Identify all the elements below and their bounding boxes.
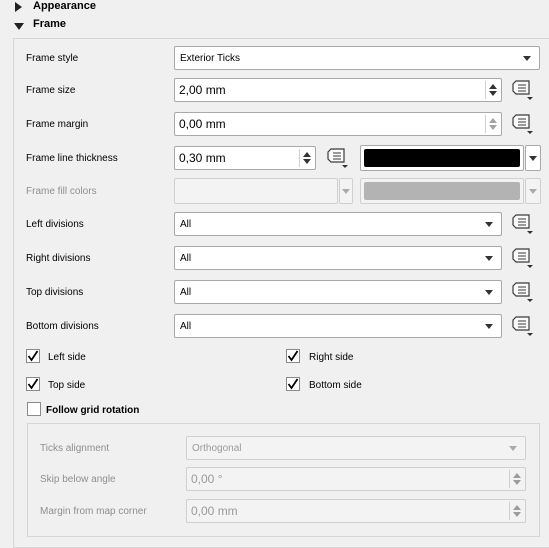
left-side-checkbox[interactable] (26, 349, 40, 363)
left-divisions-label: Left divisions (26, 219, 84, 230)
spin-up-icon[interactable] (489, 118, 497, 123)
chevron-down-icon (529, 189, 537, 194)
left-divisions-value: All (180, 218, 192, 230)
chevron-down-icon (485, 222, 493, 227)
frame-line-thickness-label: Frame line thickness (26, 153, 118, 164)
top-divisions-combo[interactable]: All (174, 280, 502, 304)
bottom-divisions-label: Bottom divisions (26, 321, 99, 332)
data-defined-override-icon[interactable] (510, 280, 534, 304)
frame-fill-colors-label: Frame fill colors (26, 186, 97, 197)
margin-from-map-corner-spinbox[interactable]: 0,00 mm (186, 499, 526, 523)
frame-style-label: Frame style (26, 53, 79, 64)
spin-up-icon[interactable] (513, 473, 521, 478)
data-defined-override-icon[interactable] (510, 78, 534, 102)
chevron-down-icon (342, 189, 350, 194)
data-defined-override-icon[interactable] (510, 246, 534, 270)
data-defined-override-icon[interactable] (510, 314, 534, 338)
spin-up-icon[interactable] (303, 152, 311, 157)
top-divisions-label: Top divisions (26, 287, 84, 298)
chevron-down-icon (529, 156, 537, 161)
bottom-side-checkbox[interactable] (286, 377, 300, 391)
color-swatch (178, 182, 334, 200)
spin-down-icon[interactable] (489, 91, 497, 96)
data-defined-override-icon[interactable] (510, 112, 534, 136)
frame-fill-color2-dropdown[interactable] (525, 178, 541, 204)
checkmark-icon (287, 350, 299, 362)
skip-below-angle-spinbox[interactable]: 0,00 ° (186, 467, 526, 491)
spin-down-icon[interactable] (303, 159, 311, 164)
checkmark-icon (27, 378, 39, 390)
spin-buttons[interactable] (485, 115, 499, 133)
collapse-arrow-icon[interactable] (14, 23, 24, 30)
right-divisions-label: Right divisions (26, 253, 91, 264)
skip-below-angle-label: Skip below angle (40, 474, 116, 485)
color-swatch (364, 182, 520, 200)
frame-margin-label: Frame margin (26, 119, 89, 130)
data-defined-override-icon[interactable] (510, 212, 534, 236)
frame-fill-color1-button[interactable] (174, 178, 338, 204)
margin-from-map-corner-value: 0,00 mm (191, 504, 238, 518)
frame-size-label: Frame size (26, 85, 76, 96)
frame-margin-value: 0,00 mm (179, 117, 226, 131)
frame-margin-spinbox[interactable]: 0,00 mm (174, 112, 502, 136)
appearance-section-header[interactable]: Appearance (33, 0, 96, 12)
margin-from-map-corner-label: Margin from map corner (40, 506, 147, 517)
follow-grid-rotation-label: Follow grid rotation (46, 405, 140, 416)
spin-buttons[interactable] (509, 502, 523, 520)
frame-size-value: 2,00 mm (179, 83, 226, 97)
right-side-label: Right side (309, 352, 354, 363)
top-side-checkbox[interactable] (26, 377, 40, 391)
right-divisions-value: All (180, 252, 192, 264)
left-divisions-combo[interactable]: All (174, 212, 502, 236)
skip-below-angle-value: 0,00 ° (191, 472, 223, 486)
bottom-divisions-combo[interactable]: All (174, 314, 502, 338)
spin-down-icon[interactable] (513, 480, 521, 485)
bottom-divisions-value: All (180, 320, 192, 332)
right-divisions-combo[interactable]: All (174, 246, 502, 270)
spin-buttons[interactable] (509, 470, 523, 488)
checkmark-icon (27, 350, 39, 362)
chevron-down-icon (485, 256, 493, 261)
spin-up-icon[interactable] (513, 505, 521, 510)
spin-down-icon[interactable] (513, 512, 521, 517)
spin-buttons[interactable] (485, 81, 499, 99)
frame-style-combo[interactable]: Exterior Ticks (174, 46, 540, 70)
ticks-alignment-value: Orthogonal (192, 442, 242, 454)
frame-fill-color1-dropdown[interactable] (339, 178, 353, 204)
ticks-alignment-label: Ticks alignment (40, 443, 110, 454)
spin-down-icon[interactable] (489, 125, 497, 130)
left-side-label: Left side (48, 352, 86, 363)
frame-section-header[interactable]: Frame (33, 18, 66, 30)
right-side-checkbox[interactable] (286, 349, 300, 363)
frame-line-color-button[interactable] (360, 145, 524, 171)
checkmark-icon (287, 378, 299, 390)
color-swatch (364, 149, 520, 167)
spin-up-icon[interactable] (489, 84, 497, 89)
follow-grid-rotation-checkbox[interactable] (27, 402, 41, 416)
chevron-down-icon (485, 290, 493, 295)
top-side-label: Top side (48, 380, 86, 391)
frame-line-thickness-spinbox[interactable]: 0,30 mm (174, 146, 316, 170)
chevron-down-icon (523, 56, 531, 61)
ticks-alignment-combo[interactable]: Orthogonal (186, 436, 526, 460)
frame-line-thickness-value: 0,30 mm (179, 151, 226, 165)
frame-line-color-dropdown[interactable] (525, 145, 541, 171)
data-defined-override-icon[interactable] (325, 146, 349, 170)
frame-style-value: Exterior Ticks (180, 52, 241, 64)
chevron-down-icon (509, 446, 517, 451)
frame-fill-color2-button[interactable] (360, 178, 524, 204)
top-divisions-value: All (180, 286, 192, 298)
bottom-side-label: Bottom side (309, 380, 362, 391)
spin-buttons[interactable] (299, 149, 313, 167)
chevron-down-icon (485, 324, 493, 329)
frame-size-spinbox[interactable]: 2,00 mm (174, 78, 502, 102)
expand-arrow-icon[interactable] (15, 2, 22, 12)
